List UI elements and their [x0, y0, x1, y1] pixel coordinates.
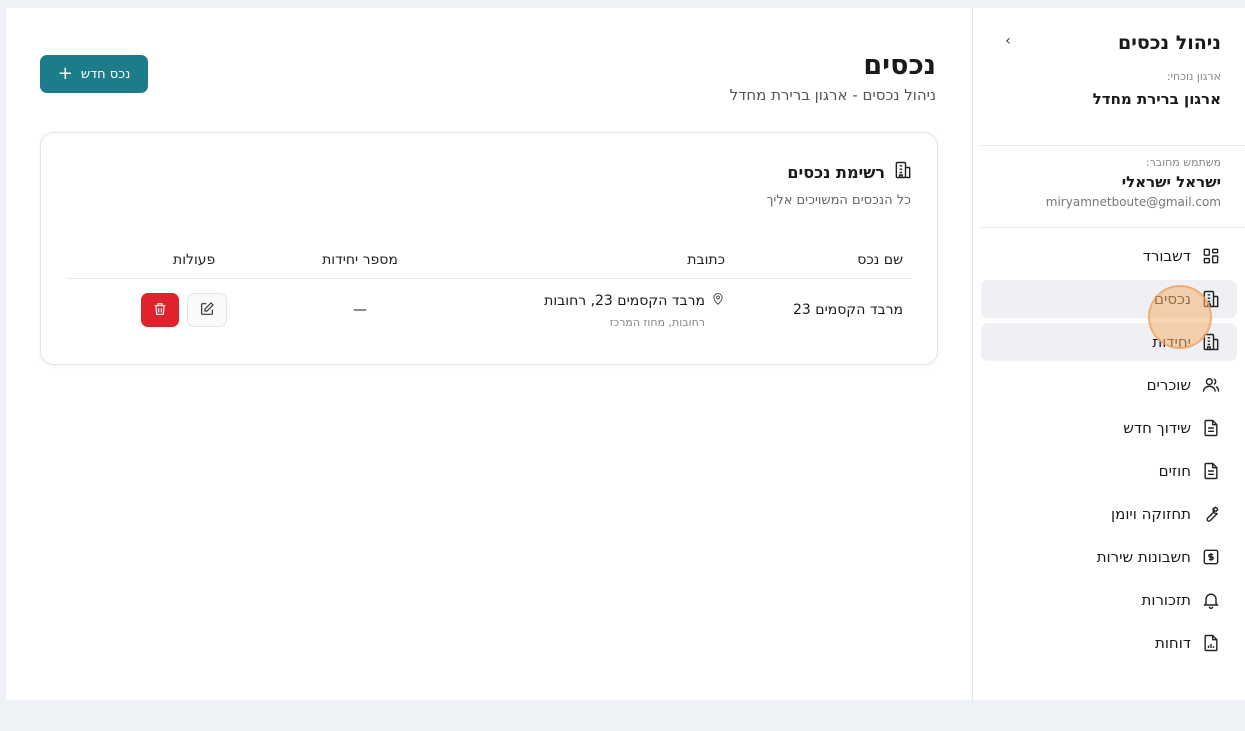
sidebar-nav: דשבורד נכסים יחידות שוכרים שידוך חדש חוז…	[981, 237, 1237, 667]
report-icon	[1201, 633, 1221, 653]
edit-icon	[199, 301, 215, 320]
document-icon	[1201, 461, 1221, 481]
delete-button[interactable]	[141, 293, 179, 327]
sidebar-item-label: חוזים	[1158, 462, 1191, 480]
sidebar-item-label: דוחות	[1154, 634, 1191, 652]
user-name: ישראל ישראלי	[1121, 173, 1221, 191]
plus-icon: +	[57, 63, 73, 84]
document-icon	[1201, 418, 1221, 438]
bell-icon	[1201, 590, 1221, 610]
properties-card: רשימת נכסים כל הנכסים המשויכים אליך שם נ…	[40, 132, 938, 365]
user-label: משתמש מחובר:	[1145, 156, 1221, 169]
sidebar-item-utility-bills[interactable]: חשבונות שירות	[981, 538, 1237, 576]
sidebar-item-tenants[interactable]: שוכרים	[981, 366, 1237, 404]
app-window: נכסים ניהול נכסים - ארגון ברירת מחדל נכס…	[6, 8, 1245, 700]
card-description: כל הנכסים המשויכים אליך	[766, 193, 911, 208]
table-header: שם נכס כתובת מספר יחידות פעולות	[67, 241, 911, 279]
page-subtitle: ניהול נכסים - ארגון ברירת מחדל	[729, 86, 936, 104]
org-label: ארגון נוכחי:	[1166, 70, 1221, 83]
sidebar-item-reminders[interactable]: תזכורות	[981, 581, 1237, 619]
address-cell: מרבד הקסמים 23, רחובות רחובות, מחוז המרכ…	[471, 292, 725, 329]
column-header-address: כתובת	[687, 251, 725, 268]
dollar-icon	[1201, 547, 1221, 567]
sidebar-title: ניהול נכסים	[1118, 32, 1221, 54]
column-header-units: מספר יחידות	[322, 251, 398, 268]
new-property-label: נכס חדש	[80, 66, 131, 82]
sidebar-item-contracts[interactable]: חוזים	[981, 452, 1237, 490]
sidebar-item-maintenance[interactable]: תחזוקה ויומן	[981, 495, 1237, 533]
sidebar-item-label: נכסים	[1154, 290, 1191, 308]
edit-button[interactable]	[187, 293, 227, 327]
column-header-actions: פעולות	[173, 251, 216, 268]
divider	[981, 145, 1245, 146]
sidebar-item-dashboard[interactable]: דשבורד	[981, 237, 1237, 275]
property-name-cell: מרבד הקסמים 23	[793, 302, 903, 318]
sidebar-item-label: שידוך חדש	[1123, 419, 1191, 437]
building-icon	[1201, 332, 1221, 352]
actions-cell	[67, 293, 249, 327]
sidebar-item-label: חשבונות שירות	[1096, 548, 1191, 566]
sidebar-item-new-match[interactable]: שידוך חדש	[981, 409, 1237, 447]
address-subtext: רחובות, מחוז המרכז	[609, 315, 705, 329]
sidebar-item-label: תזכורות	[1141, 591, 1191, 609]
column-header-name: שם נכס	[857, 251, 903, 268]
divider	[981, 227, 1245, 228]
card-title-text: רשימת נכסים	[787, 162, 885, 182]
building-icon	[1201, 289, 1221, 309]
sidebar-item-label: שוכרים	[1146, 376, 1191, 394]
building-icon	[893, 160, 913, 184]
table-row[interactable]: מרבד הקסמים 23 מרבד הקסמים 23, רחובות רח…	[67, 279, 911, 341]
org-name: ארגון ברירת מחדל	[1092, 90, 1221, 108]
chevron-right-icon[interactable]: ›	[1001, 34, 1015, 48]
dashboard-icon	[1201, 246, 1221, 266]
map-pin-icon	[711, 292, 725, 310]
sidebar-item-label: דשבורד	[1142, 247, 1191, 265]
properties-table: שם נכס כתובת מספר יחידות פעולות מרבד הקס…	[67, 241, 911, 341]
card-title: רשימת נכסים	[787, 160, 913, 184]
sidebar-item-units[interactable]: יחידות	[981, 323, 1237, 361]
sidebar-item-properties[interactable]: נכסים	[981, 280, 1237, 318]
sidebar-item-label: יחידות	[1152, 333, 1191, 351]
new-property-button[interactable]: נכס חדש +	[40, 55, 148, 93]
units-cell: —	[353, 302, 367, 318]
user-email: miryamnetboute@gmail.com	[1045, 195, 1221, 209]
main-content: נכסים ניהול נכסים - ארגון ברירת מחדל נכס…	[6, 8, 972, 700]
page-title: נכסים	[863, 50, 936, 81]
sidebar-item-label: תחזוקה ויומן	[1111, 505, 1191, 523]
sidebar-item-reports[interactable]: דוחות	[981, 624, 1237, 662]
trash-icon	[152, 301, 168, 320]
users-icon	[1201, 375, 1221, 395]
sidebar: › ניהול נכסים ארגון נוכחי: ארגון ברירת מ…	[972, 8, 1245, 700]
wrench-icon	[1201, 504, 1221, 524]
address-text: מרבד הקסמים 23, רחובות	[544, 292, 705, 309]
